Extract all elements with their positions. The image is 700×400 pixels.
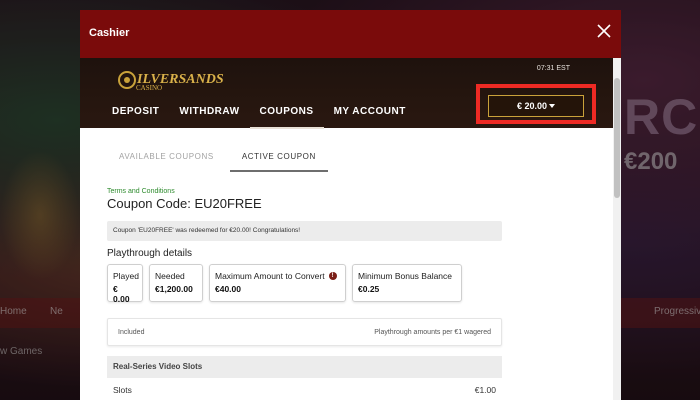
card-label: Needed [155,271,185,281]
nav-deposit[interactable]: DEPOSIT [102,100,169,129]
card-label: Minimum Bonus Balance [358,271,453,281]
card-min-bonus-balance: Minimum Bonus Balance €0.25 [352,264,462,302]
card-max-convert: Maximum Amount to Convert ! €40.00 [209,264,346,302]
coupons-content: AVAILABLE COUPONS ACTIVE COUPON Terms an… [80,148,621,400]
scrollbar[interactable] [613,58,621,400]
card-label: Played [113,271,139,281]
tab-active-coupon[interactable]: ACTIVE COUPON [229,148,328,172]
redeemed-message: Coupon 'EU20FREE' was redeemed for €20.0… [107,221,502,241]
clock: 07:31 EST [536,65,570,72]
card-needed: Needed €1,200.00 [149,264,203,302]
casino-logo: ILVERSANDS [118,67,224,93]
close-icon[interactable] [597,24,611,38]
coupon-code-title: Coupon Code: EU20FREE [107,196,262,211]
coupon-subtabs: AVAILABLE COUPONS ACTIVE COUPON [107,148,621,172]
cashier-modal: Cashier ILVERSANDS CASINO 07:31 EST DEPO… [80,10,621,400]
playthrough-cards: Played € 0.00 Needed €1,200.00 Maximum A… [107,264,621,304]
table-row: Slots €1.00 [107,378,502,400]
row-name: Slots [113,385,132,395]
card-label-row: Maximum Amount to Convert ! [215,271,339,281]
scrollbar-thumb[interactable] [614,78,620,198]
nav-withdraw[interactable]: WITHDRAW [169,100,249,129]
tab-available-coupons[interactable]: AVAILABLE COUPONS [107,148,226,172]
logo-emblem [118,71,136,89]
modal-title: Cashier [89,27,130,39]
card-played: Played € 0.00 [107,264,143,304]
highlight-annotation [476,84,596,124]
playthrough-label: Playthrough details [107,248,193,259]
info-icon[interactable]: ! [328,272,337,280]
card-value: €40.00 [215,284,241,294]
card-label: Maximum Amount to Convert [215,271,325,281]
card-value: € 0.00 [113,284,130,304]
card-value: €0.25 [358,284,380,294]
section-real-series-video-slots: Real-Series Video Slots [107,356,502,378]
table-header-included: Included [118,328,145,336]
cashier-nav: DEPOSIT WITHDRAW COUPONS MY ACCOUNT [102,100,416,129]
terms-link[interactable]: Terms and Conditions [107,188,621,195]
modal-header: Cashier [80,10,621,58]
cashier-top-bar: ILVERSANDS CASINO 07:31 EST DEPOSIT WITH… [80,58,621,129]
nav-my-account[interactable]: MY ACCOUNT [324,100,416,129]
playthrough-table-header: Included Playthrough amounts per €1 wage… [107,318,502,346]
table-header-amounts: Playthrough amounts per €1 wagered [374,328,491,336]
nav-coupons[interactable]: COUPONS [249,100,324,129]
logo-subtext: CASINO [136,84,163,92]
row-value: €1.00 [474,385,496,395]
card-value: €1,200.00 [155,284,193,294]
